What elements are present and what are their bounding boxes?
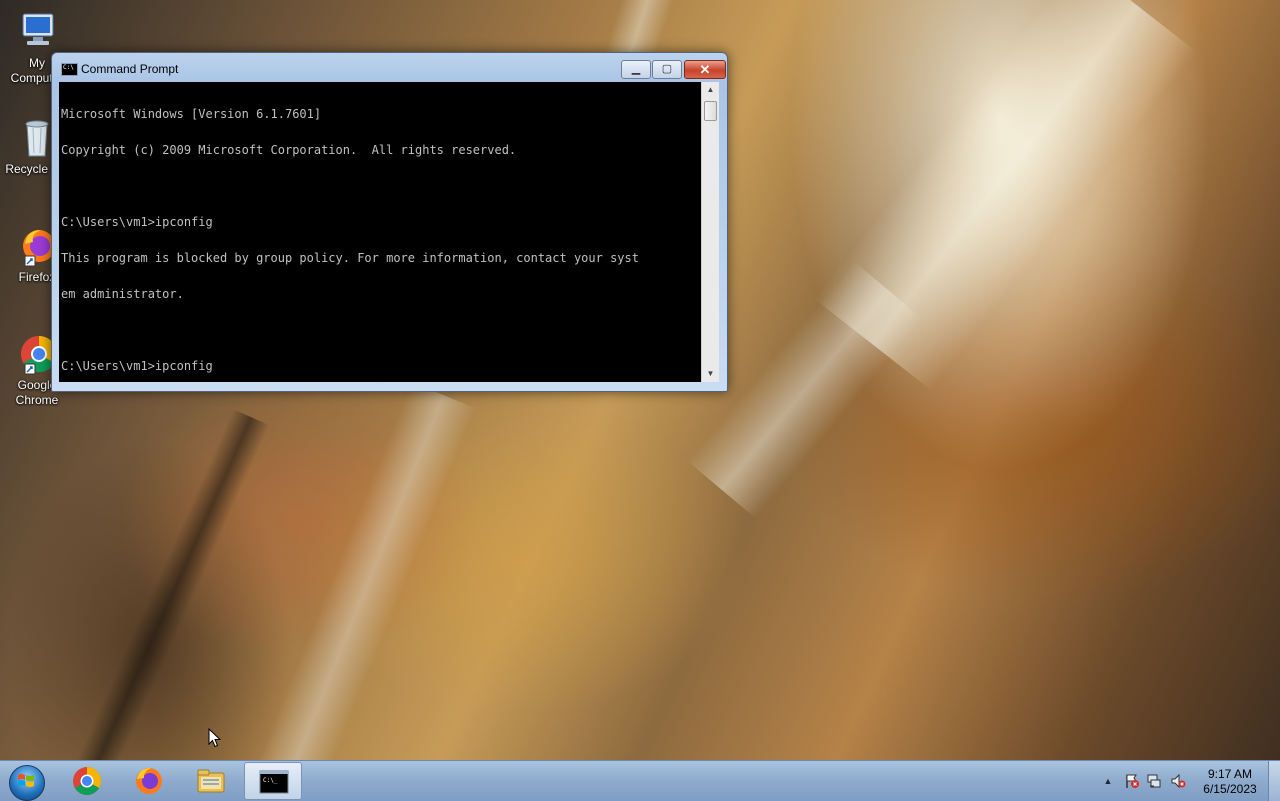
console-line: Copyright (c) 2009 Microsoft Corporation… <box>61 143 517 157</box>
scroll-up-arrow-icon[interactable]: ▲ <box>702 82 719 98</box>
window-title: Command Prompt <box>81 62 179 76</box>
minimize-button[interactable]: ▁ <box>621 60 651 79</box>
volume-muted-icon[interactable] <box>1170 773 1186 789</box>
folder-icon <box>197 769 225 793</box>
cmd-icon: C:\_ <box>259 770 289 794</box>
network-icon[interactable] <box>1146 773 1162 789</box>
console-line: Microsoft Windows [Version 6.1.7601] <box>61 107 322 121</box>
console-line: This program is blocked by group policy.… <box>61 251 639 265</box>
taskbar-firefox-button[interactable] <box>120 762 178 800</box>
vertical-scrollbar[interactable]: ▲ ▼ <box>701 82 719 382</box>
svg-text:C:\_: C:\_ <box>263 777 278 784</box>
action-center-flag-icon[interactable] <box>1124 773 1140 789</box>
console-line: em administrator. <box>61 287 184 301</box>
show-hidden-icons-icon[interactable]: ▲ <box>1100 773 1116 789</box>
console-output[interactable]: Microsoft Windows [Version 6.1.7601] Cop… <box>59 82 701 382</box>
close-button[interactable]: ✕ <box>684 60 726 79</box>
clock-time: 9:17 AM <box>1207 767 1253 781</box>
close-icon: ✕ <box>699 62 711 77</box>
taskbar-cmd-button[interactable]: C:\_ <box>244 762 302 800</box>
wallpaper-highlight <box>813 0 1197 391</box>
start-button[interactable] <box>4 763 48 801</box>
maximize-icon: ▢ <box>661 63 673 75</box>
windows-flag-icon <box>18 774 34 787</box>
taskbar-chrome-button[interactable] <box>58 762 116 800</box>
show-desktop-button[interactable] <box>1268 761 1280 801</box>
scroll-down-arrow-icon[interactable]: ▼ <box>702 366 719 382</box>
desktop-icon-label: Chrome <box>15 393 59 407</box>
taskbar-clock[interactable]: 9:17 AM 6/15/2023 <box>1196 767 1264 797</box>
taskbar: C:\_ ▲ 9:17 AM 6/15/2023 <box>0 760 1280 801</box>
window-titlebar[interactable]: C:\ Command Prompt ▁ ▢ ✕ <box>52 53 727 83</box>
scrollbar-thumb[interactable] <box>704 101 717 121</box>
taskbar-explorer-button[interactable] <box>182 762 240 800</box>
computer-icon <box>15 10 59 54</box>
wallpaper-highlight <box>70 409 270 791</box>
maximize-button[interactable]: ▢ <box>652 60 682 79</box>
console-line: C:\Users\vm1>ipconfig <box>61 359 213 373</box>
chrome-icon <box>73 767 101 795</box>
clock-date: 6/15/2023 <box>1203 782 1257 796</box>
command-prompt-window[interactable]: C:\ Command Prompt ▁ ▢ ✕ Microsoft Windo… <box>51 52 728 392</box>
firefox-icon <box>136 768 162 794</box>
minimize-icon: ▁ <box>631 63 641 75</box>
cmd-icon: C:\ <box>61 63 78 76</box>
mouse-cursor-icon <box>208 727 222 753</box>
wallpaper-highlight <box>253 382 477 798</box>
console-line: C:\Users\vm1>ipconfig <box>61 215 213 229</box>
